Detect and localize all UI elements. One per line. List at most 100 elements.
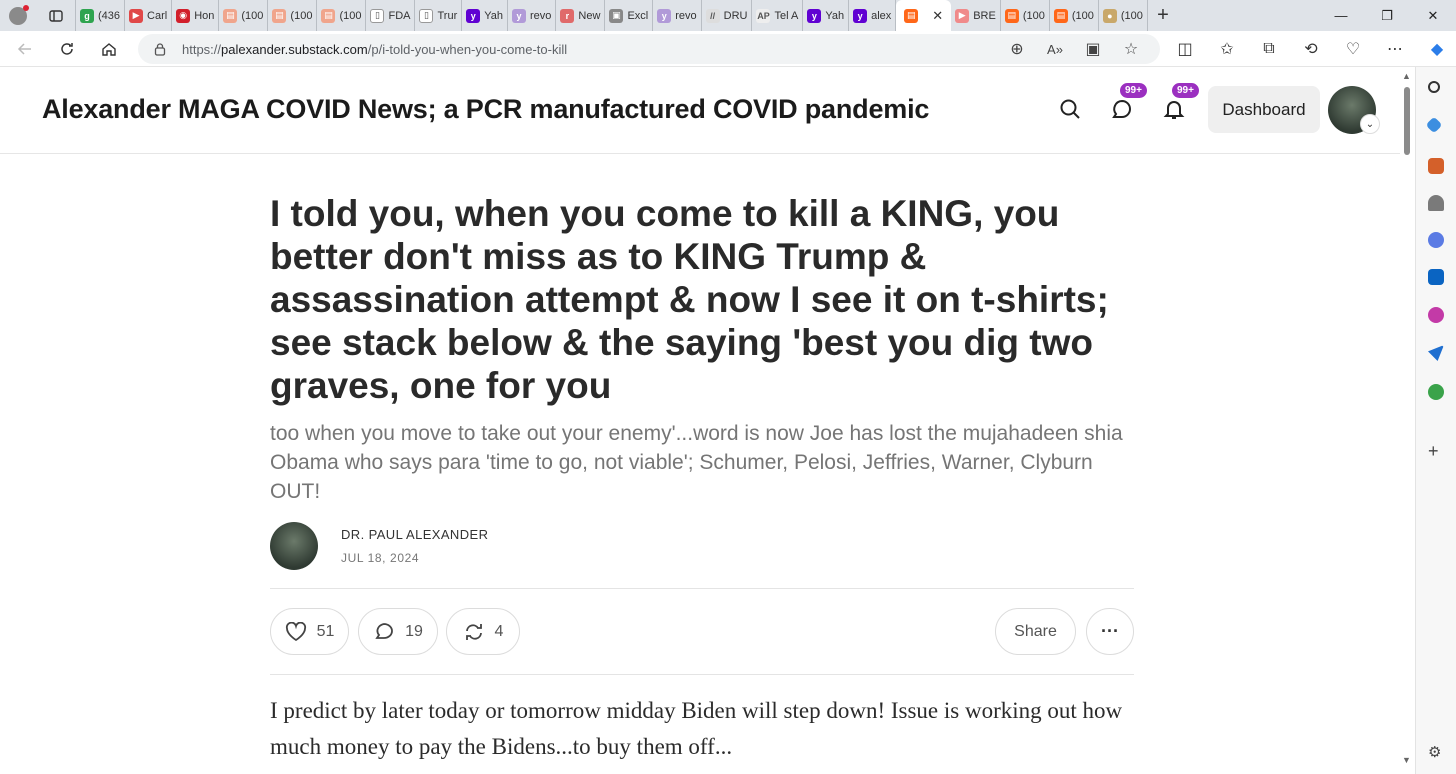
share-button[interactable]: Share <box>995 608 1076 655</box>
scroll-thumb[interactable] <box>1404 87 1410 155</box>
tab-favicon-icon: ▤ <box>321 8 336 23</box>
new-tab-button[interactable]: + <box>1148 4 1178 27</box>
window-close-button[interactable]: ✕ <box>1410 0 1456 31</box>
lock-icon[interactable] <box>138 42 182 56</box>
copilot-icon[interactable]: ◆ <box>1416 39 1456 59</box>
refresh-button[interactable] <box>46 31 88 67</box>
tab-16[interactable]: y alex <box>849 0 897 31</box>
tab-6[interactable]: ▯ FDA <box>366 0 416 31</box>
post-body-paragraph: I predict by later today or tomorrow mid… <box>270 698 1123 759</box>
url-text[interactable]: https://palexander.substack.com/p/i-told… <box>182 42 567 57</box>
tab-label: (436 <box>98 9 121 22</box>
tab-0[interactable]: g (436 <box>76 0 126 31</box>
favorite-star-icon[interactable]: ☆ <box>1112 39 1150 59</box>
tab-favicon-icon: ● <box>1102 8 1117 23</box>
tab-4[interactable]: ▤ (100 <box>268 0 318 31</box>
tab-favicon-icon: g <box>80 8 94 23</box>
history-icon[interactable]: ⟲ <box>1290 39 1332 59</box>
substack-page: Alexander MAGA COVID News; a PCR manufac… <box>0 67 1400 774</box>
tab-8[interactable]: y Yah <box>462 0 509 31</box>
tab-13[interactable]: //DRU <box>702 0 753 31</box>
collections-icon[interactable]: ⧉ <box>1248 40 1290 58</box>
tab-favicon-icon: ◉ <box>176 8 191 23</box>
comment-button[interactable]: 19 <box>358 608 438 655</box>
substack-icon: ▤ <box>904 8 919 23</box>
more-options-button[interactable]: ··· <box>1086 608 1134 655</box>
author-avatar[interactable] <box>270 522 318 570</box>
restack-button[interactable]: 4 <box>446 608 520 655</box>
tab-label: FDA <box>388 9 411 22</box>
home-button[interactable] <box>88 31 130 67</box>
tab-3[interactable]: ▤ (100 <box>219 0 269 31</box>
favorites-icon[interactable]: ✩ <box>1206 39 1248 59</box>
author-name[interactable]: DR. PAUL ALEXANDER <box>341 527 488 542</box>
like-button[interactable]: 51 <box>270 608 349 655</box>
tab-after-1[interactable]: ▤ (100 <box>1001 0 1050 31</box>
add-sidebar-app-icon[interactable]: + <box>1428 441 1439 462</box>
page-scrollbar[interactable]: ▲ ▼ <box>1400 67 1415 774</box>
tab-favicon-icon: r <box>560 8 575 23</box>
tab-label: Tel A <box>774 9 799 22</box>
edge-sidebar: + ⚙ <box>1415 67 1456 774</box>
tab-10[interactable]: r New <box>556 0 606 31</box>
profile-button[interactable] <box>0 0 36 31</box>
tab-after-0[interactable]: ▶ BRE <box>951 0 1001 31</box>
scroll-down-arrow[interactable]: ▼ <box>1402 755 1411 765</box>
tab-active[interactable]: ▤ ✕ <box>896 0 952 31</box>
games-icon[interactable] <box>1428 195 1444 211</box>
tab-5[interactable]: ▤ (100 <box>317 0 367 31</box>
tab-1[interactable]: ▶ Carl <box>125 0 173 31</box>
back-button[interactable] <box>4 31 46 67</box>
sidebar-settings-icon[interactable]: ⚙ <box>1428 743 1441 761</box>
tab-label: Excl <box>627 9 649 22</box>
comment-icon <box>375 622 393 639</box>
outlook-icon[interactable] <box>1428 269 1444 285</box>
url-bar[interactable]: https://palexander.substack.com/p/i-told… <box>138 34 1160 64</box>
tree-icon[interactable] <box>1428 384 1444 400</box>
designer-icon[interactable] <box>1428 307 1444 323</box>
search-sidebar-icon[interactable] <box>1428 81 1440 93</box>
refresh-icon <box>61 42 73 55</box>
tab-12[interactable]: y revo <box>653 0 702 31</box>
more-menu-icon[interactable]: ⋯ <box>1374 39 1416 59</box>
tab-favicon-icon: AP <box>756 8 771 23</box>
tools-icon[interactable] <box>1428 158 1444 174</box>
tab-strip: g (436 ▶ Carl ◉ Hon ▤ (100 ▤ (100 ▤ (100 ▯ FDA ▯ Trur y Y… <box>0 0 1456 31</box>
copilot-app-icon[interactable] <box>1428 232 1444 248</box>
search-button[interactable] <box>1056 95 1084 123</box>
zoom-icon[interactable]: ⊕ <box>998 39 1036 59</box>
tab-favicon-icon: // <box>705 8 720 23</box>
divider-top <box>270 588 1134 589</box>
tab-actions-button[interactable] <box>36 0 76 31</box>
tab-label: (100 <box>1071 9 1094 22</box>
read-aloud-icon[interactable]: A» <box>1036 42 1074 57</box>
divider-bottom <box>270 674 1134 675</box>
tab-15[interactable]: y Yah <box>803 0 850 31</box>
tab-favicon-icon: y <box>807 8 822 23</box>
chat-button[interactable]: 99+ <box>1108 83 1147 123</box>
notifications-button[interactable]: 99+ <box>1160 83 1199 123</box>
restore-button[interactable]: ❐ <box>1364 0 1410 31</box>
shopping-tag-icon[interactable] <box>1425 116 1443 134</box>
browser-essentials-icon[interactable]: ♡ <box>1332 39 1374 59</box>
tab-close-button[interactable]: ✕ <box>932 8 943 24</box>
tab-9[interactable]: y revo <box>508 0 557 31</box>
publication-header: Alexander MAGA COVID News; a PCR manufac… <box>0 67 1400 154</box>
tab-11[interactable]: ▣ Excl <box>605 0 654 31</box>
send-icon[interactable] <box>1428 345 1444 361</box>
tab-label: alex <box>871 9 892 22</box>
minimize-button[interactable]: — <box>1318 0 1364 31</box>
dashboard-button[interactable]: Dashboard <box>1208 86 1320 133</box>
app-available-icon[interactable]: ▣ <box>1074 39 1112 59</box>
tab-14[interactable]: AP Tel A <box>752 0 804 31</box>
tab-label: (100 <box>290 9 313 22</box>
tab-7[interactable]: ▯ Trur <box>415 0 463 31</box>
tab-2[interactable]: ◉ Hon <box>172 0 220 31</box>
tab-after-3[interactable]: ● (100 <box>1099 0 1148 31</box>
publication-title[interactable]: Alexander MAGA COVID News; a PCR manufac… <box>42 94 929 125</box>
tab-after-2[interactable]: ▤ (100 <box>1050 0 1099 31</box>
user-avatar-menu[interactable]: ⌄ <box>1328 86 1380 134</box>
scroll-up-arrow[interactable]: ▲ <box>1402 71 1411 81</box>
comment-count: 19 <box>405 622 423 640</box>
split-screen-icon[interactable]: ◫ <box>1164 39 1206 59</box>
